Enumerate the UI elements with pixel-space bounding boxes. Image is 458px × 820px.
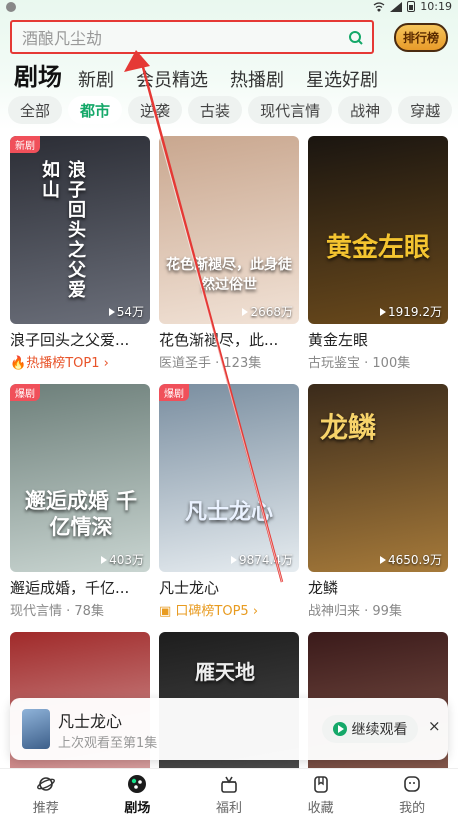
category-warrior[interactable]: 战神 [338,96,393,124]
drama-meta: 现代言情 · 78集 [10,604,104,619]
drama-title: 花色渐褪尽，此... [159,331,279,349]
poster-title: 邂逅成婚 千亿情深 [24,489,138,539]
rank-button[interactable]: 排行榜 [393,22,449,52]
play-count-icon [101,555,108,564]
signal-icon [390,1,403,12]
nav-label: 收藏 [307,800,334,816]
notification-icon [6,2,16,12]
drama-card[interactable]: 爆剧 邂逅成婚 千亿情深 403万 邂逅成婚，千亿... 现代言情 · 78集 [10,384,150,619]
play-count-icon [380,555,386,564]
poster-title: 浪子回头之父爱如山 [39,160,86,300]
drama-poster[interactable]: 花色渐褪尽，此身徒然过俗世 2668万 [159,136,299,324]
continue-subtitle: 上次观看至第1集 [58,736,158,751]
gift-icon [221,776,237,793]
drama-poster[interactable]: 黄金左眼 1919.2万 [308,136,448,324]
view-count: 9874.4万 [231,551,293,568]
drama-poster[interactable]: 爆剧 邂逅成婚 千亿情深 403万 [10,384,150,572]
tab-vip[interactable]: 会员精选 [136,66,208,92]
poster-title: 龙鳞 [320,411,377,444]
category-costume[interactable]: 古装 [188,96,243,124]
theater-icon [128,774,147,793]
bookmark-icon [313,775,328,793]
continue-title: 凡士龙心 [58,712,123,731]
drama-title: 龙鳞 [308,579,339,597]
drama-rank: ▣ 口碑榜TOP5 › [159,604,259,619]
tab-new[interactable]: 新剧 [78,66,114,92]
wifi-icon [373,1,385,12]
drama-poster[interactable]: 龙鳞 4650.9万 [308,384,448,572]
continue-button-label: 继续观看 [351,722,408,738]
play-count-icon [108,307,115,316]
fire-icon: 🔥 [10,356,27,371]
view-count: 4650.9万 [380,551,442,568]
battery-icon [407,1,416,12]
category-tabs: 全部 都市 逆袭 古装 现代言情 战神 穿越 [8,96,453,124]
poster-title: 花色渐褪尽，此身徒然过俗世 [166,257,292,293]
medal-icon: ▣ [159,604,176,619]
drama-title: 凡士龙心 [159,579,220,597]
play-count-icon [231,555,237,564]
nav-mine[interactable]: 我的 [366,769,458,820]
nav-label: 推荐 [32,800,59,816]
status-right: 10:19 [373,0,452,13]
search-input[interactable]: 酒酿凡尘劫 [10,20,374,54]
bottom-nav: 推荐 剧场 福利 收藏 我的 [0,768,458,820]
nav-favorites[interactable]: 收藏 [275,769,367,820]
drama-meta: 古玩鉴宝 · 100集 [308,356,411,371]
drama-meta: 战神归来 · 99集 [308,604,402,619]
search-row: 酒酿凡尘劫 排行榜 [10,20,450,54]
nav-recommend[interactable]: 推荐 [0,769,92,820]
hot-badge: 爆剧 [159,384,189,401]
category-comeback[interactable]: 逆袭 [128,96,183,124]
category-romance[interactable]: 现代言情 [248,96,333,124]
tab-theater[interactable]: 剧场 [14,57,62,92]
drama-meta: 医道圣手 · 123集 [159,356,262,371]
view-count: 2668万 [242,303,293,320]
view-count: 1919.2万 [380,303,442,320]
poster-title: 雁天地 [195,660,255,684]
profile-icon [404,775,420,792]
play-count-icon [380,307,386,316]
hot-badge: 爆剧 [10,384,40,401]
drama-title: 邂逅成婚，千亿... [10,579,130,597]
drama-card[interactable]: 龙鳞 4650.9万 龙鳞 战神归来 · 99集 [308,384,448,619]
search-placeholder: 酒酿凡尘劫 [22,29,103,48]
new-badge: 新剧 [10,136,40,153]
rank-button-label: 排行榜 [393,22,448,52]
main-tabs: 剧场 新剧 会员精选 热播剧 星选好剧 [14,62,400,92]
drama-title: 浪子回头之父爱... [10,331,130,349]
poster-title: 黄金左眼 [326,233,431,263]
category-timetravel[interactable]: 穿越 [398,96,453,124]
view-count: 403万 [101,551,144,568]
status-bar: 10:19 [0,0,458,14]
nav-welfare[interactable]: 福利 [183,769,275,820]
category-all[interactable]: 全部 [8,96,63,124]
category-urban[interactable]: 都市 [68,96,123,124]
play-icon [332,722,347,736]
planet-icon [36,776,55,791]
poster-title: 凡士龙心 [184,500,273,525]
drama-rank: 🔥热播榜TOP1 › [10,356,109,371]
play-count-icon [242,307,249,316]
drama-poster[interactable]: 爆剧 凡士龙心 9874.4万 [159,384,299,572]
drama-card[interactable]: 爆剧 凡士龙心 9874.4万 凡士龙心 ▣ 口碑榜TOP5 › [159,384,299,619]
continue-thumbnail[interactable] [22,709,50,749]
drama-title: 黄金左眼 [308,331,369,349]
continue-watching-bar[interactable]: 凡士龙心 上次观看至第1集 继续观看 × [10,698,448,760]
drama-card[interactable]: 花色渐褪尽，此身徒然过俗世 2668万 花色渐褪尽，此... 医道圣手 · 12… [159,136,299,371]
drama-card[interactable]: 黄金左眼 1919.2万 黄金左眼 古玩鉴宝 · 100集 [308,136,448,371]
drama-poster[interactable]: 新剧 浪子回头之父爱如山 54万 [10,136,150,324]
nav-label: 福利 [215,800,242,816]
status-time: 10:19 [420,0,452,13]
close-icon[interactable]: × [428,717,441,735]
nav-theater[interactable]: 剧场 [92,769,184,820]
tab-star[interactable]: 星选好剧 [306,66,378,92]
drama-card[interactable]: 新剧 浪子回头之父爱如山 54万 浪子回头之父爱... 🔥热播榜TOP1 › [10,136,150,371]
search-icon[interactable] [348,30,364,46]
continue-watching-button[interactable]: 继续观看 [322,715,418,743]
view-count: 54万 [108,303,144,320]
nav-label: 剧场 [124,800,151,816]
tab-hot[interactable]: 热播剧 [230,66,284,92]
nav-label: 我的 [399,800,426,816]
